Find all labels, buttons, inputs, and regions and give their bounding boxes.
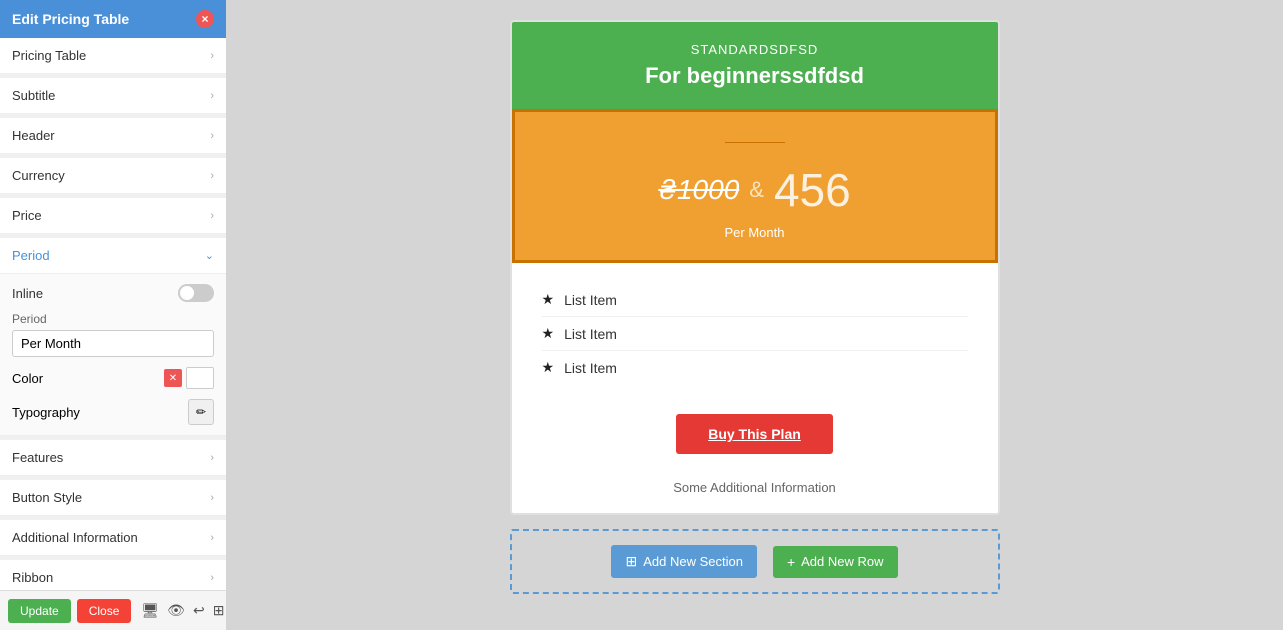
feature-label: List Item [564, 360, 617, 376]
pricing-card: STANDARDSDFSD For beginnerssdfdsd ₴1000 … [510, 20, 1000, 515]
sidebar-item-label: Header [12, 128, 55, 143]
footer-icons: 🖥 👁 ↩ ⊞ [141, 602, 224, 619]
color-clear-button[interactable]: ✕ [164, 369, 182, 387]
typography-label: Typography [12, 405, 80, 420]
add-new-row-button[interactable]: + Add New Row [773, 546, 898, 578]
close-panel-button[interactable]: × [196, 10, 214, 28]
chevron-right-icon: › [210, 210, 214, 222]
eye-icon[interactable]: 👁 [167, 602, 185, 619]
star-icon: ★ [542, 359, 555, 376]
old-price: ₴1000 [658, 174, 739, 206]
sidebar-item-price[interactable]: Price › [0, 198, 226, 234]
sidebar-item-ribbon[interactable]: Ribbon › [0, 560, 226, 590]
price-period: Per Month [535, 225, 975, 240]
additional-info: Some Additional Information [512, 470, 998, 513]
panel-header: Edit Pricing Table × [0, 0, 226, 38]
price-row: ₴1000 & 456 [535, 163, 975, 217]
panel-footer: Update Close 🖥 👁 ↩ ⊞ [0, 590, 226, 630]
sidebar-item-label: Additional Information [12, 530, 138, 545]
add-section-bar: ⊞ Add New Section + Add New Row [510, 529, 1000, 594]
price-divider [725, 142, 785, 143]
sidebar-item-label: Ribbon [12, 570, 53, 585]
sidebar-item-period[interactable]: Period ⌄ [0, 238, 226, 274]
pricing-body: ₴1000 & 456 Per Month [512, 109, 998, 263]
list-item: ★ List Item [542, 351, 968, 384]
period-expanded-section: Inline Period Color ✕ Typography ✏ [0, 274, 226, 436]
plan-subtitle: For beginnerssdfdsd [532, 63, 978, 89]
typography-edit-button[interactable]: ✏ [188, 399, 214, 425]
add-row-label: Add New Row [801, 554, 883, 569]
panel-title: Edit Pricing Table [12, 11, 129, 27]
panel-scroll-area: Pricing Table › Subtitle › Header › Curr… [0, 38, 226, 590]
sidebar-item-label: Pricing Table [12, 48, 86, 63]
sidebar-item-label: Period [12, 248, 50, 263]
chevron-right-icon: › [210, 572, 214, 584]
update-button[interactable]: Update [8, 599, 71, 623]
add-section-label: Add New Section [643, 554, 743, 569]
buy-button[interactable]: Buy This Plan [676, 414, 833, 454]
sidebar-item-label: Currency [12, 168, 65, 183]
sidebar-item-currency[interactable]: Currency › [0, 158, 226, 194]
list-item: ★ List Item [542, 283, 968, 317]
sidebar-item-label: Button Style [12, 490, 82, 505]
ampersand: & [749, 177, 764, 203]
chevron-right-icon: › [210, 492, 214, 504]
feature-label: List Item [564, 326, 617, 342]
list-item: ★ List Item [542, 317, 968, 351]
sitemap-icon[interactable]: ⊞ [213, 602, 225, 619]
color-label: Color [12, 371, 43, 386]
close-button[interactable]: Close [77, 599, 132, 623]
star-icon: ★ [542, 325, 555, 342]
desktop-icon[interactable]: 🖥 [141, 602, 159, 619]
add-new-section-button[interactable]: ⊞ Add New Section [611, 545, 756, 578]
color-picker-box[interactable] [186, 367, 214, 389]
period-input-label: Period [12, 312, 214, 326]
left-panel: Edit Pricing Table × Pricing Table › Sub… [0, 0, 226, 630]
inline-toggle[interactable] [178, 284, 214, 302]
new-price: 456 [774, 163, 851, 217]
chevron-right-icon: › [210, 452, 214, 464]
pricing-cta: Buy This Plan [512, 404, 998, 470]
history-icon[interactable]: ↩ [193, 602, 205, 619]
chevron-right-icon: › [210, 90, 214, 102]
star-icon: ★ [542, 291, 555, 308]
inline-label: Inline [12, 286, 43, 301]
sidebar-item-additional-info[interactable]: Additional Information › [0, 520, 226, 556]
sidebar-item-label: Price [12, 208, 42, 223]
pricing-features: ★ List Item ★ List Item ★ List Item [512, 263, 998, 404]
chevron-right-icon: › [210, 130, 214, 142]
sidebar-item-header[interactable]: Header › [0, 118, 226, 154]
plan-name: STANDARDSDFSD [532, 42, 978, 57]
chevron-right-icon: › [210, 170, 214, 182]
plus-icon: + [787, 554, 795, 570]
sidebar-item-subtitle[interactable]: Subtitle › [0, 78, 226, 114]
sidebar-item-features[interactable]: Features › [0, 440, 226, 476]
sidebar-item-label: Subtitle [12, 88, 55, 103]
plus-icon: ⊞ [625, 553, 637, 570]
sidebar-item-pricing-table[interactable]: Pricing Table › [0, 38, 226, 74]
chevron-down-icon: ⌄ [205, 249, 214, 262]
sidebar-item-button-style[interactable]: Button Style › [0, 480, 226, 516]
main-content-area: STANDARDSDFSD For beginnerssdfdsd ₴1000 … [226, 0, 1283, 630]
pricing-card-header: STANDARDSDFSD For beginnerssdfdsd [512, 22, 998, 109]
period-input[interactable] [12, 330, 214, 357]
feature-label: List Item [564, 292, 617, 308]
sidebar-item-label: Features [12, 450, 63, 465]
chevron-right-icon: › [210, 532, 214, 544]
chevron-right-icon: › [210, 50, 214, 62]
